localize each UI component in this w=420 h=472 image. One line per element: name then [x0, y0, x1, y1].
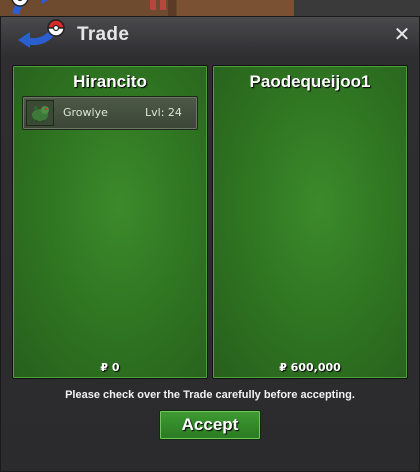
- window-title: Trade: [77, 24, 130, 45]
- trade-logo-icon: [2, 0, 70, 52]
- player-name: Hirancito: [73, 72, 147, 91]
- trade-notice: Please check over the Trade carefully be…: [65, 389, 355, 401]
- money-offer: ₽ 0: [100, 361, 120, 374]
- scene-decoration: [150, 0, 156, 10]
- item-name: Growlye: [63, 106, 108, 119]
- trade-panel-self: Hirancito Growlye Lvl: 24 ₽ 0: [12, 65, 208, 379]
- player-name: Paodequeijoo1: [249, 72, 371, 91]
- scene-decoration: [160, 0, 166, 10]
- money-offer: ₽ 600,000: [279, 361, 341, 374]
- item-level: Lvl: 24: [145, 106, 182, 119]
- growlithe-sprite-icon: [26, 100, 54, 126]
- trade-item-slot[interactable]: Growlye Lvl: 24: [22, 96, 198, 130]
- trade-panel-partner: Paodequeijoo1 ₽ 600,000: [212, 65, 408, 379]
- close-icon[interactable]: ✕: [391, 23, 413, 45]
- accept-button[interactable]: Accept: [159, 410, 261, 440]
- trade-window: Trade ✕ Hirancito Growlye Lvl: 24 ₽ 0 Pa…: [0, 16, 420, 472]
